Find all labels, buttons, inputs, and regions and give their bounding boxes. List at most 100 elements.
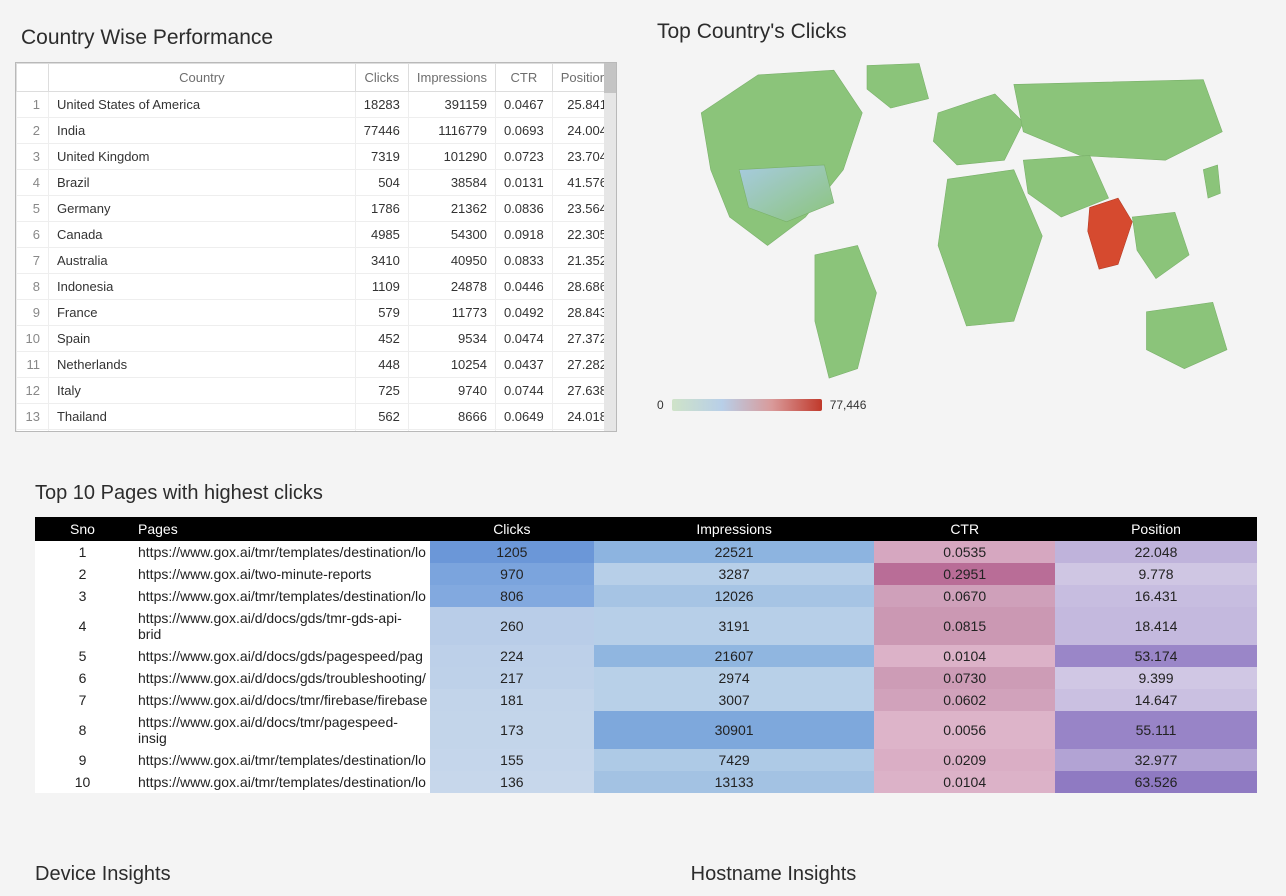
hdr-position[interactable]: Position xyxy=(1055,517,1257,541)
row-idx: 2 xyxy=(17,118,49,144)
row-country: United Kingdom xyxy=(48,144,355,170)
row-country: India xyxy=(48,118,355,144)
table-row[interactable]: 9https://www.gox.ai/tmr/templates/destin… xyxy=(35,749,1257,771)
row-country: France xyxy=(48,300,355,326)
table-row[interactable]: 8Indonesia1109248780.044628.686 xyxy=(17,274,616,300)
row-clicks: 4985 xyxy=(355,222,408,248)
world-map[interactable]: 0 77,446 xyxy=(657,56,1257,416)
table-row[interactable]: 6Canada4985543000.091822.305 xyxy=(17,222,616,248)
page-link[interactable]: https://www.gox.ai/d/docs/tmr/pagespeed-… xyxy=(138,714,398,746)
table-row[interactable]: 8https://www.gox.ai/d/docs/tmr/pagespeed… xyxy=(35,711,1257,749)
hdr-clicks[interactable]: Clicks xyxy=(430,517,594,541)
table-row[interactable]: 9France579117730.049228.843 xyxy=(17,300,616,326)
page-link[interactable]: https://www.gox.ai/d/docs/gds/pagespeed/… xyxy=(138,648,423,664)
table-row[interactable]: 1 https://www.gox.ai/tmr/templates/destin… xyxy=(35,541,1257,563)
page-link[interactable]: https://www.gox.ai/tmr/templates/destina… xyxy=(138,752,426,768)
row-idx: 6 xyxy=(17,222,49,248)
table-row[interactable]: 7https://www.gox.ai/d/docs/tmr/firebase/… xyxy=(35,689,1257,711)
table-row[interactable]: 14Philippines131612935090.044823.540 xyxy=(17,430,616,433)
legend-max: 77,446 xyxy=(830,398,867,412)
scrollbar-thumb[interactable] xyxy=(604,63,616,93)
col-impressions[interactable]: Impressions xyxy=(408,64,495,92)
row-idx: 1 xyxy=(17,92,49,118)
hdr-sno[interactable]: Sno xyxy=(35,517,130,541)
row-impressions: 21362 xyxy=(408,196,495,222)
table-row[interactable]: 3United Kingdom73191012900.072323.704 xyxy=(17,144,616,170)
row-country: Indonesia xyxy=(48,274,355,300)
row-clicks: 1205 xyxy=(430,541,594,563)
row-position: 32.977 xyxy=(1055,749,1257,771)
table-row[interactable]: 3https://www.gox.ai/tmr/templates/destin… xyxy=(35,585,1257,607)
col-ctr[interactable]: CTR xyxy=(495,64,552,92)
row-clicks: 970 xyxy=(430,563,594,585)
row-clicks: 13161 xyxy=(355,430,408,433)
table-row[interactable]: 2India7744611167790.069324.004 xyxy=(17,118,616,144)
table-row[interactable]: 10https://www.gox.ai/tmr/templates/desti… xyxy=(35,771,1257,793)
table-row[interactable]: 7Australia3410409500.083321.352 xyxy=(17,248,616,274)
row-ctr: 0.0104 xyxy=(874,645,1055,667)
row-position: 53.174 xyxy=(1055,645,1257,667)
row-ctr: 0.0723 xyxy=(495,144,552,170)
row-clicks: 504 xyxy=(355,170,408,196)
page-link[interactable]: https://www.gox.ai/d/docs/gds/tmr-gds-ap… xyxy=(138,610,402,642)
row-country: Canada xyxy=(48,222,355,248)
row-ctr: 0.0448 xyxy=(495,430,552,433)
row-position: 63.526 xyxy=(1055,771,1257,793)
hdr-impressions[interactable]: Impressions xyxy=(594,517,875,541)
row-position: 18.414 xyxy=(1055,607,1257,645)
hdr-pages[interactable]: Pages xyxy=(130,517,430,541)
table-row[interactable]: 5 https://www.gox.ai/d/docs/gds/pagespeed… xyxy=(35,645,1257,667)
row-ctr: 0.0693 xyxy=(495,118,552,144)
row-impressions: 40950 xyxy=(408,248,495,274)
table-row[interactable]: 12Italy72597400.074427.638 xyxy=(17,378,616,404)
row-ctr: 0.0446 xyxy=(495,274,552,300)
table-row[interactable]: 1United States of America182833911590.04… xyxy=(17,92,616,118)
row-ctr: 0.0056 xyxy=(874,711,1055,749)
row-page: https://www.gox.ai/d/docs/tmr/firebase/f… xyxy=(130,689,430,711)
page-link[interactable]: https://www.gox.ai/d/docs/tmr/firebase/f… xyxy=(138,692,427,708)
row-country: Brazil xyxy=(48,170,355,196)
country-table-scrollbar[interactable] xyxy=(604,63,616,431)
row-sno: 1 xyxy=(35,541,130,563)
row-idx: 10 xyxy=(17,326,49,352)
table-row[interactable]: 5Germany1786213620.083623.564 xyxy=(17,196,616,222)
row-idx: 13 xyxy=(17,404,49,430)
page-link[interactable]: https://www.gox.ai/tmr/templates/destina… xyxy=(138,588,426,604)
page-link[interactable]: https://www.gox.ai/d/docs/gds/troublesho… xyxy=(138,670,426,686)
table-row[interactable]: 13Thailand56286660.064924.018 xyxy=(17,404,616,430)
table-row[interactable]: 11Netherlands448102540.043727.282 xyxy=(17,352,616,378)
map-panel: Top Country's Clicks xyxy=(657,20,1271,416)
col-country[interactable]: Country xyxy=(48,64,355,92)
row-impressions: 3191 xyxy=(594,607,875,645)
table-row[interactable]: 4https://www.gox.ai/d/docs/gds/tmr-gds-a… xyxy=(35,607,1257,645)
country-table-wrap: Country Clicks Impressions CTR Position … xyxy=(15,62,617,432)
row-impressions: 1116779 xyxy=(408,118,495,144)
row-impressions: 391159 xyxy=(408,92,495,118)
row-clicks: 18283 xyxy=(355,92,408,118)
map-legend: 0 77,446 xyxy=(657,398,866,412)
hdr-ctr[interactable]: CTR xyxy=(874,517,1055,541)
table-row[interactable]: 2https://www.gox.ai/two-minute-reports97… xyxy=(35,563,1257,585)
page-link[interactable]: https://www.gox.ai/two-minute-reports xyxy=(138,566,371,582)
row-clicks: 579 xyxy=(355,300,408,326)
row-position: 55.111 xyxy=(1055,711,1257,749)
row-impressions: 9740 xyxy=(408,378,495,404)
country-table: Country Clicks Impressions CTR Position … xyxy=(16,63,616,432)
row-ctr: 0.0437 xyxy=(495,352,552,378)
page-link[interactable]: https://www.gox.ai/tmr/templates/destina… xyxy=(138,774,426,790)
table-row[interactable]: 10Spain45295340.047427.372 xyxy=(17,326,616,352)
row-clicks: 725 xyxy=(355,378,408,404)
row-clicks: 173 xyxy=(430,711,594,749)
col-clicks[interactable]: Clicks xyxy=(355,64,408,92)
row-position: 22.048 xyxy=(1055,541,1257,563)
device-insights-title: Device Insights xyxy=(35,863,171,886)
row-sno: 5 xyxy=(35,645,130,667)
row-country: Australia xyxy=(48,248,355,274)
table-row[interactable]: 6https://www.gox.ai/d/docs/gds/troublesh… xyxy=(35,667,1257,689)
row-position: 16.431 xyxy=(1055,585,1257,607)
table-row[interactable]: 4Brazil504385840.013141.576 xyxy=(17,170,616,196)
page-link[interactable]: https://www.gox.ai/tmr/templates/destina… xyxy=(138,544,426,560)
row-clicks: 155 xyxy=(430,749,594,771)
row-country: Philippines xyxy=(48,430,355,433)
row-idx: 8 xyxy=(17,274,49,300)
